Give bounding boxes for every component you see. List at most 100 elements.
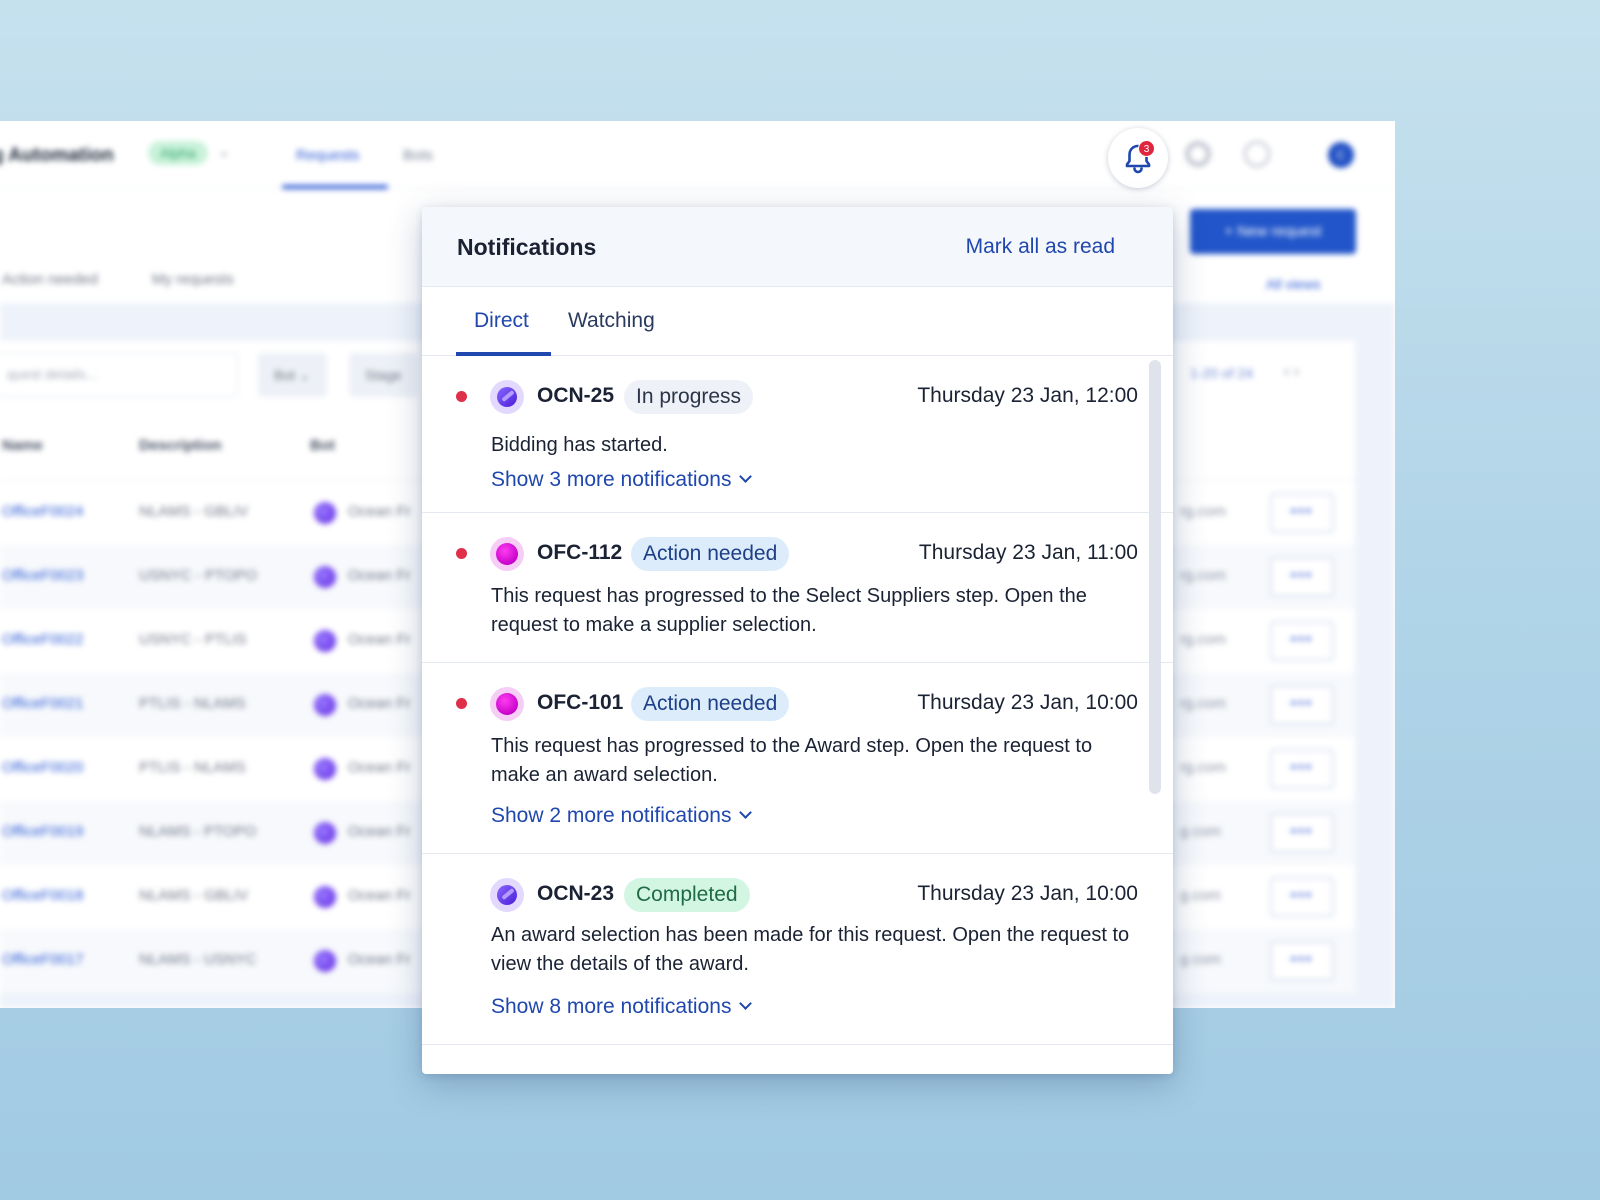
row-name-link[interactable]: OfficeF0018 bbox=[2, 887, 83, 904]
notifications-bell-button[interactable]: 3 bbox=[1108, 128, 1168, 188]
bot-avatar-icon bbox=[314, 758, 336, 780]
status-badge: In progress bbox=[624, 380, 754, 414]
unread-indicator bbox=[456, 548, 467, 559]
show-more-label: Show 3 more notifications bbox=[491, 468, 732, 491]
notifications-panel: Notifications Mark all as read Direct Wa… bbox=[422, 207, 1173, 1074]
bot-avatar-icon bbox=[314, 886, 336, 908]
row-description: USNYC - PTOPO bbox=[139, 567, 258, 584]
notification-code: OCN-23 bbox=[537, 882, 615, 905]
row-description: NLAMS - USNYC bbox=[139, 951, 257, 968]
filter-stage[interactable]: Stage bbox=[349, 353, 418, 397]
row-description: PTLIS - NLAMS bbox=[139, 695, 246, 712]
bot-avatar-icon bbox=[314, 950, 336, 972]
notification-item[interactable]: OCN-25 In progress Thursday 23 Jan, 12:0… bbox=[422, 356, 1173, 513]
tab-direct[interactable]: Direct bbox=[474, 309, 529, 333]
bot-avatar-icon bbox=[314, 502, 336, 524]
notification-message: An award selection has been made for thi… bbox=[491, 924, 1130, 975]
bot-avatar-icon bbox=[314, 566, 336, 588]
ocean-bot-icon bbox=[490, 380, 524, 414]
chevron-down-icon[interactable]: ⌄ bbox=[218, 143, 230, 160]
unread-indicator bbox=[456, 391, 467, 402]
subtab-action-needed[interactable]: Action needed bbox=[2, 271, 98, 288]
bot-avatar-icon bbox=[314, 822, 336, 844]
notification-code: OFC-101 bbox=[537, 691, 624, 714]
row-name-link[interactable]: OfficeF0022 bbox=[2, 631, 83, 648]
chevron-down-icon bbox=[739, 470, 753, 483]
row-email: rg.com bbox=[1180, 567, 1226, 584]
row-bot: Ocean Fr bbox=[348, 887, 411, 904]
row-more-button[interactable]: ••• bbox=[1270, 621, 1334, 661]
alpha-badge: Alpha bbox=[148, 141, 208, 165]
chevron-down-icon bbox=[739, 997, 753, 1010]
row-more-button[interactable]: ••• bbox=[1270, 685, 1334, 725]
pager-label: 1-20 of 24 bbox=[1190, 365, 1254, 381]
notification-item[interactable]: OFC-101 Action needed Thursday 23 Jan, 1… bbox=[422, 663, 1173, 854]
gear-icon[interactable] bbox=[1185, 141, 1211, 167]
show-more-label: Show 2 more notifications bbox=[491, 804, 732, 827]
row-bot: Ocean Fr bbox=[348, 631, 411, 648]
show-more-notifications[interactable]: Show 2 more notifications bbox=[491, 804, 753, 828]
nav-bots[interactable]: Bots bbox=[403, 147, 433, 164]
row-name-link[interactable]: OfficeF0020 bbox=[2, 759, 83, 776]
notification-time: Thursday 23 Jan, 10:00 bbox=[917, 691, 1138, 714]
row-more-button[interactable]: ••• bbox=[1270, 941, 1334, 981]
notification-time: Thursday 23 Jan, 10:00 bbox=[917, 882, 1138, 905]
row-email: g.com bbox=[1180, 887, 1221, 904]
status-badge: Action needed bbox=[631, 687, 790, 721]
row-more-button[interactable]: ••• bbox=[1270, 557, 1334, 597]
notification-time: Thursday 23 Jan, 12:00 bbox=[917, 384, 1138, 407]
tab-watching[interactable]: Watching bbox=[568, 309, 655, 333]
show-more-notifications[interactable]: Show 8 more notifications bbox=[491, 995, 753, 1019]
search-input[interactable]: quest details... bbox=[0, 353, 238, 397]
office-bot-icon bbox=[490, 687, 524, 721]
row-description: PTLIS - NLAMS bbox=[139, 759, 246, 776]
row-name-link[interactable]: OfficeF0021 bbox=[2, 695, 83, 712]
app-header: g Automation Alpha ⌄ Requests Bots C bbox=[0, 121, 1395, 189]
show-more-notifications[interactable]: Show 3 more notifications bbox=[491, 468, 753, 492]
notification-code: OCN-25 bbox=[537, 384, 615, 407]
notifications-scrollbar[interactable] bbox=[1149, 360, 1161, 794]
row-name-link[interactable]: OfficeF0019 bbox=[2, 823, 83, 840]
notification-count-badge: 3 bbox=[1138, 140, 1155, 157]
row-more-button[interactable]: ••• bbox=[1270, 493, 1334, 533]
column-name[interactable]: Name bbox=[2, 437, 43, 454]
subtab-my-requests[interactable]: My requests bbox=[152, 271, 234, 288]
row-more-button[interactable]: ••• bbox=[1270, 877, 1334, 917]
all-views-link[interactable]: All views bbox=[1266, 276, 1320, 292]
mark-all-as-read-button[interactable]: Mark all as read bbox=[966, 235, 1115, 259]
notifications-title: Notifications bbox=[457, 234, 597, 260]
row-more-button[interactable]: ••• bbox=[1270, 749, 1334, 789]
row-bot: Ocean Fr bbox=[348, 951, 411, 968]
row-email: g.com bbox=[1180, 951, 1221, 968]
row-bot: Ocean Fr bbox=[348, 503, 411, 520]
help-icon[interactable] bbox=[1244, 141, 1270, 167]
notifications-header: Notifications Mark all as read bbox=[422, 207, 1173, 287]
filter-bot[interactable]: Bot ⌄ bbox=[258, 353, 327, 397]
new-request-button[interactable]: + New request bbox=[1190, 209, 1356, 254]
row-name-link[interactable]: OfficeF0023 bbox=[2, 567, 83, 584]
column-bot[interactable]: Bot bbox=[310, 437, 335, 454]
notification-item[interactable]: OFC-112 Action needed Thursday 23 Jan, 1… bbox=[422, 513, 1173, 663]
row-name-link[interactable]: OfficeF0024 bbox=[2, 503, 83, 520]
notification-code: OFC-112 bbox=[537, 541, 623, 564]
chevron-down-icon bbox=[739, 806, 753, 819]
status-badge: Action needed bbox=[631, 537, 790, 571]
row-description: NLAMS - GBLIV bbox=[139, 887, 249, 904]
row-bot: Ocean Fr bbox=[348, 695, 411, 712]
row-more-button[interactable]: ••• bbox=[1270, 813, 1334, 853]
nav-requests[interactable]: Requests bbox=[296, 147, 359, 164]
row-description: USNYC - PTLIS bbox=[139, 631, 247, 648]
row-bot: Ocean Fr bbox=[348, 567, 411, 584]
row-description: NLAMS - PTOPO bbox=[139, 823, 257, 840]
notification-message: Bidding has started. bbox=[491, 434, 668, 456]
avatar[interactable]: C bbox=[1328, 142, 1354, 168]
notification-time: Thursday 23 Jan, 11:00 bbox=[918, 541, 1138, 564]
notifications-tabs: Direct Watching bbox=[422, 287, 1173, 356]
column-description[interactable]: Description bbox=[139, 437, 222, 454]
pager-arrows-icon[interactable]: ‹ › bbox=[1284, 363, 1299, 381]
ocean-bot-icon bbox=[490, 878, 524, 912]
nav-requests-underline bbox=[282, 185, 388, 189]
office-bot-icon bbox=[490, 537, 524, 571]
notification-item[interactable]: OCN-23 Completed Thursday 23 Jan, 10:00 … bbox=[422, 854, 1173, 1045]
row-name-link[interactable]: OfficeF0017 bbox=[2, 951, 83, 968]
